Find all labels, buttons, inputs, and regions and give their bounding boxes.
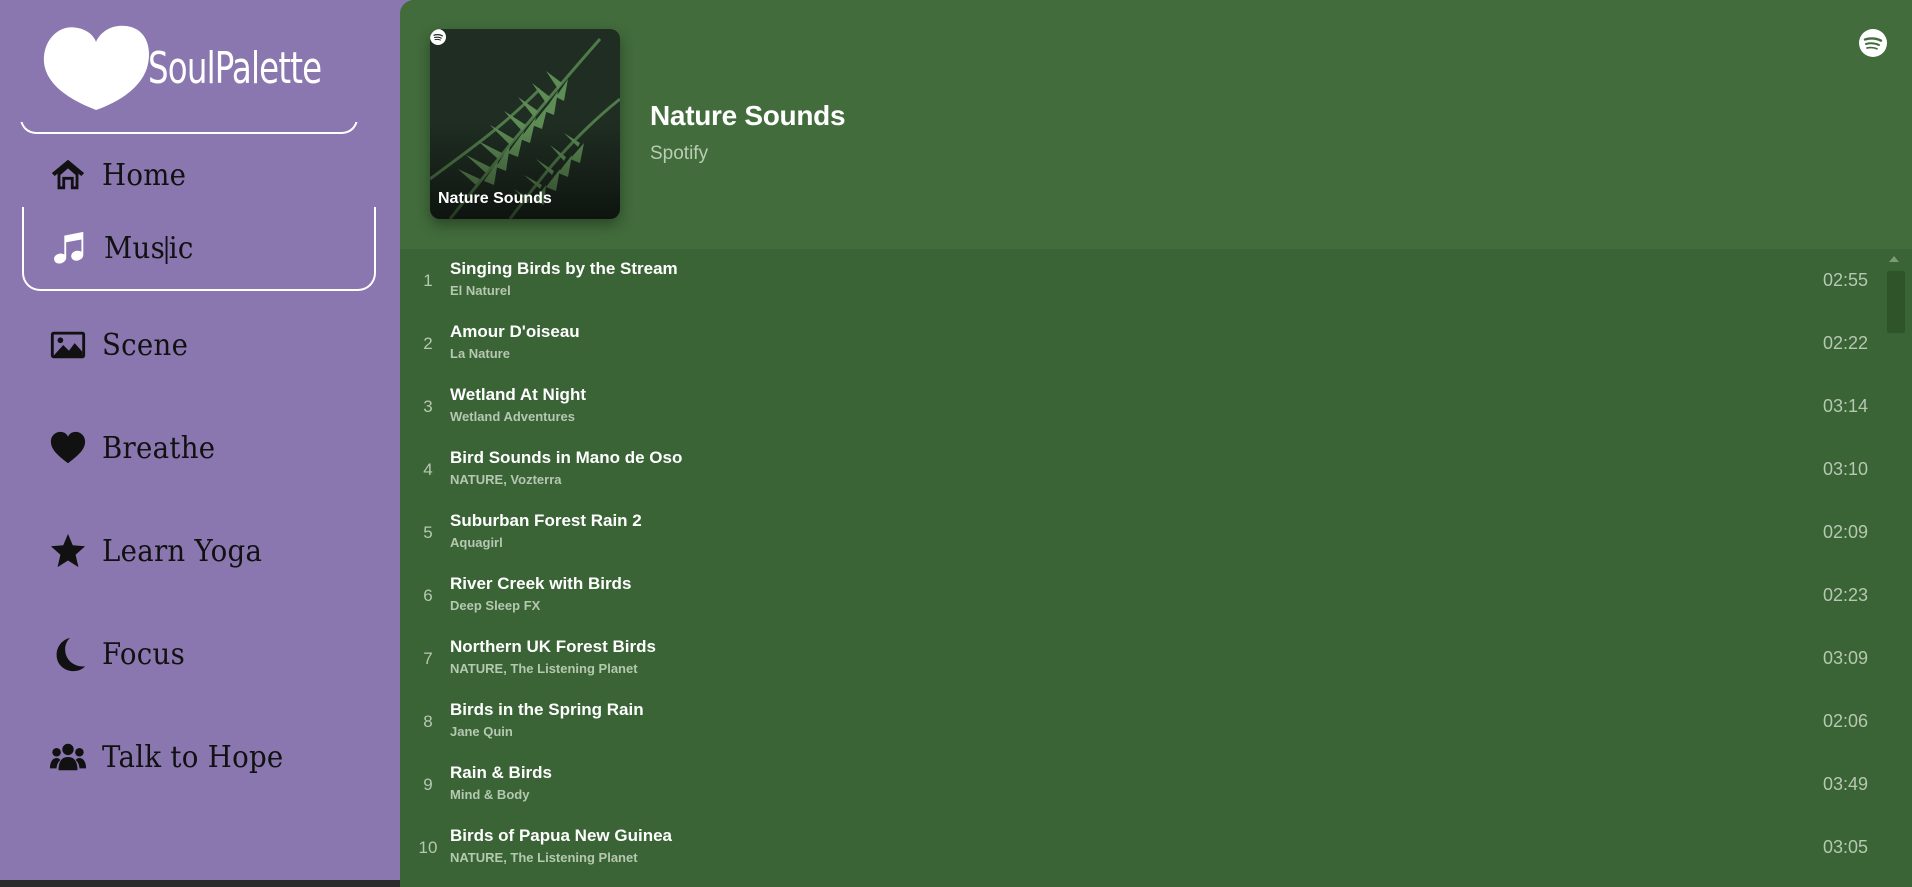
music-note-icon <box>50 228 90 268</box>
track-duration: 03:14 <box>1822 396 1868 416</box>
brand-name: SoulPalette <box>148 42 322 94</box>
track-info: Birds of Papua New Guinea NATURE, The Li… <box>450 826 672 865</box>
track-name: Wetland At Night <box>450 385 586 404</box>
track-row[interactable]: 7 Northern UK Forest Birds NATURE, The L… <box>400 627 1880 690</box>
track-artist: Jane Quin <box>450 724 513 739</box>
nav-label-talk-to-hope: Talk to Hope <box>102 739 284 775</box>
track-duration: 02:09 <box>1822 522 1868 542</box>
spotify-icon <box>430 29 446 45</box>
track-name: Bird Sounds in Mano de Oso <box>450 448 683 467</box>
playlist-header: Nature Sounds Nature Sounds Spotify <box>400 0 1912 249</box>
track-duration: 02:23 <box>1822 585 1868 605</box>
home-icon <box>48 155 88 195</box>
playlist-title[interactable]: Nature Sounds <box>650 100 846 132</box>
track-artist: Mind & Body <box>450 787 530 802</box>
track-row[interactable]: 8 Birds in the Spring Rain Jane Quin 02:… <box>400 690 1880 753</box>
users-icon <box>48 737 88 777</box>
track-artist: Aquagirl <box>450 535 503 550</box>
spotify-embed-player: Nature Sounds Nature Sounds Spotify 1 Si… <box>400 0 1912 887</box>
track-info: Singing Birds by the Stream El Naturel <box>450 259 678 298</box>
track-row[interactable]: 10 Birds of Papua New Guinea NATURE, The… <box>400 816 1880 879</box>
track-number: 4 <box>423 459 433 479</box>
track-number: 8 <box>423 711 433 731</box>
track-row[interactable]: 1 Singing Birds by the Stream El Naturel… <box>400 249 1880 312</box>
track-duration: 03:09 <box>1822 648 1868 668</box>
track-artist: Deep Sleep FX <box>450 598 541 613</box>
scroll-thumb[interactable] <box>1887 271 1905 333</box>
playlist-cover[interactable]: Nature Sounds <box>430 29 620 219</box>
nav-label-home: Home <box>102 157 187 193</box>
nav-label-focus: Focus <box>102 636 186 672</box>
track-row[interactable]: 2 Amour D'oiseau La Nature 02:22 <box>400 312 1880 375</box>
track-info: Rain & Birds Mind & Body <box>450 763 552 802</box>
track-duration: 03:10 <box>1822 459 1868 479</box>
nav-item-scene[interactable]: Scene <box>22 310 376 380</box>
track-row[interactable]: 5 Suburban Forest Rain 2 Aquagirl 02:09 <box>400 501 1880 564</box>
nav-item-music[interactable]: Mus ic <box>22 207 376 291</box>
track-number: 7 <box>423 648 433 668</box>
image-icon <box>48 325 88 365</box>
track-name: Singing Birds by the Stream <box>450 259 678 278</box>
scroll-up-arrow-icon[interactable] <box>1889 256 1899 262</box>
nav-label-music: Mus ic <box>104 230 194 266</box>
track-list-scrollbar[interactable] <box>1880 249 1912 887</box>
track-number: 10 <box>418 837 438 857</box>
track-number: 2 <box>423 333 433 353</box>
nav-item-home[interactable]: Home <box>22 140 376 210</box>
cover-title: Nature Sounds <box>438 190 552 207</box>
track-name: Rain & Birds <box>450 763 553 782</box>
sidebar: SoulPalette Home Mus ic Scene Breathe Le… <box>0 0 636 887</box>
track-duration: 03:49 <box>1822 774 1868 794</box>
track-info: Suburban Forest Rain 2 Aquagirl <box>450 511 642 550</box>
track-artist: NATURE, The Listening Planet <box>450 850 638 865</box>
nav-item-learn-yoga[interactable]: Learn Yoga <box>22 516 376 586</box>
heart-icon <box>48 428 88 468</box>
track-name: Birds in the Spring Rain <box>450 700 644 719</box>
track-name: Amour D'oiseau <box>450 322 580 341</box>
track-info: Bird Sounds in Mano de Oso NATURE, Vozte… <box>450 448 682 487</box>
track-artist: NATURE, The Listening Planet <box>450 661 638 676</box>
star-icon <box>48 531 88 571</box>
track-list: 1 Singing Birds by the Stream El Naturel… <box>400 249 1880 887</box>
track-row[interactable]: 9 Rain & Birds Mind & Body 03:49 <box>400 753 1880 816</box>
track-artist: La Nature <box>450 346 510 361</box>
nav-label-scene: Scene <box>102 327 189 363</box>
track-row[interactable]: 6 River Creek with Birds Deep Sleep FX 0… <box>400 564 1880 627</box>
heart-icon <box>43 25 150 111</box>
track-name: River Creek with Birds <box>450 574 632 593</box>
nav-label-breathe: Breathe <box>102 430 216 466</box>
track-duration: 02:55 <box>1822 270 1868 290</box>
track-duration: 03:05 <box>1822 837 1868 857</box>
track-row[interactable]: 3 Wetland At Night Wetland Adventures 03… <box>400 375 1880 438</box>
track-number: 5 <box>423 522 433 542</box>
moon-icon <box>48 634 88 674</box>
track-number: 1 <box>423 270 433 290</box>
nav-item-talk-to-hope[interactable]: Talk to Hope <box>22 722 376 792</box>
nav-label-learn-yoga: Learn Yoga <box>102 533 263 569</box>
track-row[interactable]: 4 Bird Sounds in Mano de Oso NATURE, Voz… <box>400 438 1880 501</box>
track-name: Northern UK Forest Birds <box>450 637 656 656</box>
track-number: 9 <box>423 774 433 794</box>
track-number: 6 <box>423 585 433 605</box>
track-duration: 02:06 <box>1822 711 1868 731</box>
nav-item-focus[interactable]: Focus <box>22 619 376 689</box>
track-number: 3 <box>423 396 433 416</box>
track-info: Birds in the Spring Rain Jane Quin <box>450 700 644 739</box>
track-info: Wetland At Night Wetland Adventures <box>450 385 586 424</box>
spotify-logo-icon[interactable] <box>1858 28 1888 58</box>
track-name: Birds of Papua New Guinea <box>450 826 672 845</box>
track-artist: NATURE, Vozterra <box>450 472 562 487</box>
track-artist: El Naturel <box>450 283 511 298</box>
track-duration: 02:22 <box>1822 333 1868 353</box>
track-info: River Creek with Birds Deep Sleep FX <box>450 574 631 613</box>
track-artist: Wetland Adventures <box>450 409 575 424</box>
playlist-owner[interactable]: Spotify <box>650 143 708 165</box>
track-info: Northern UK Forest Birds NATURE, The Lis… <box>450 637 656 676</box>
track-name: Suburban Forest Rain 2 <box>450 511 642 530</box>
brand-logo[interactable]: SoulPalette <box>40 18 360 118</box>
track-info: Amour D'oiseau La Nature <box>450 322 580 361</box>
nav-item-breathe[interactable]: Breathe <box>22 413 376 483</box>
